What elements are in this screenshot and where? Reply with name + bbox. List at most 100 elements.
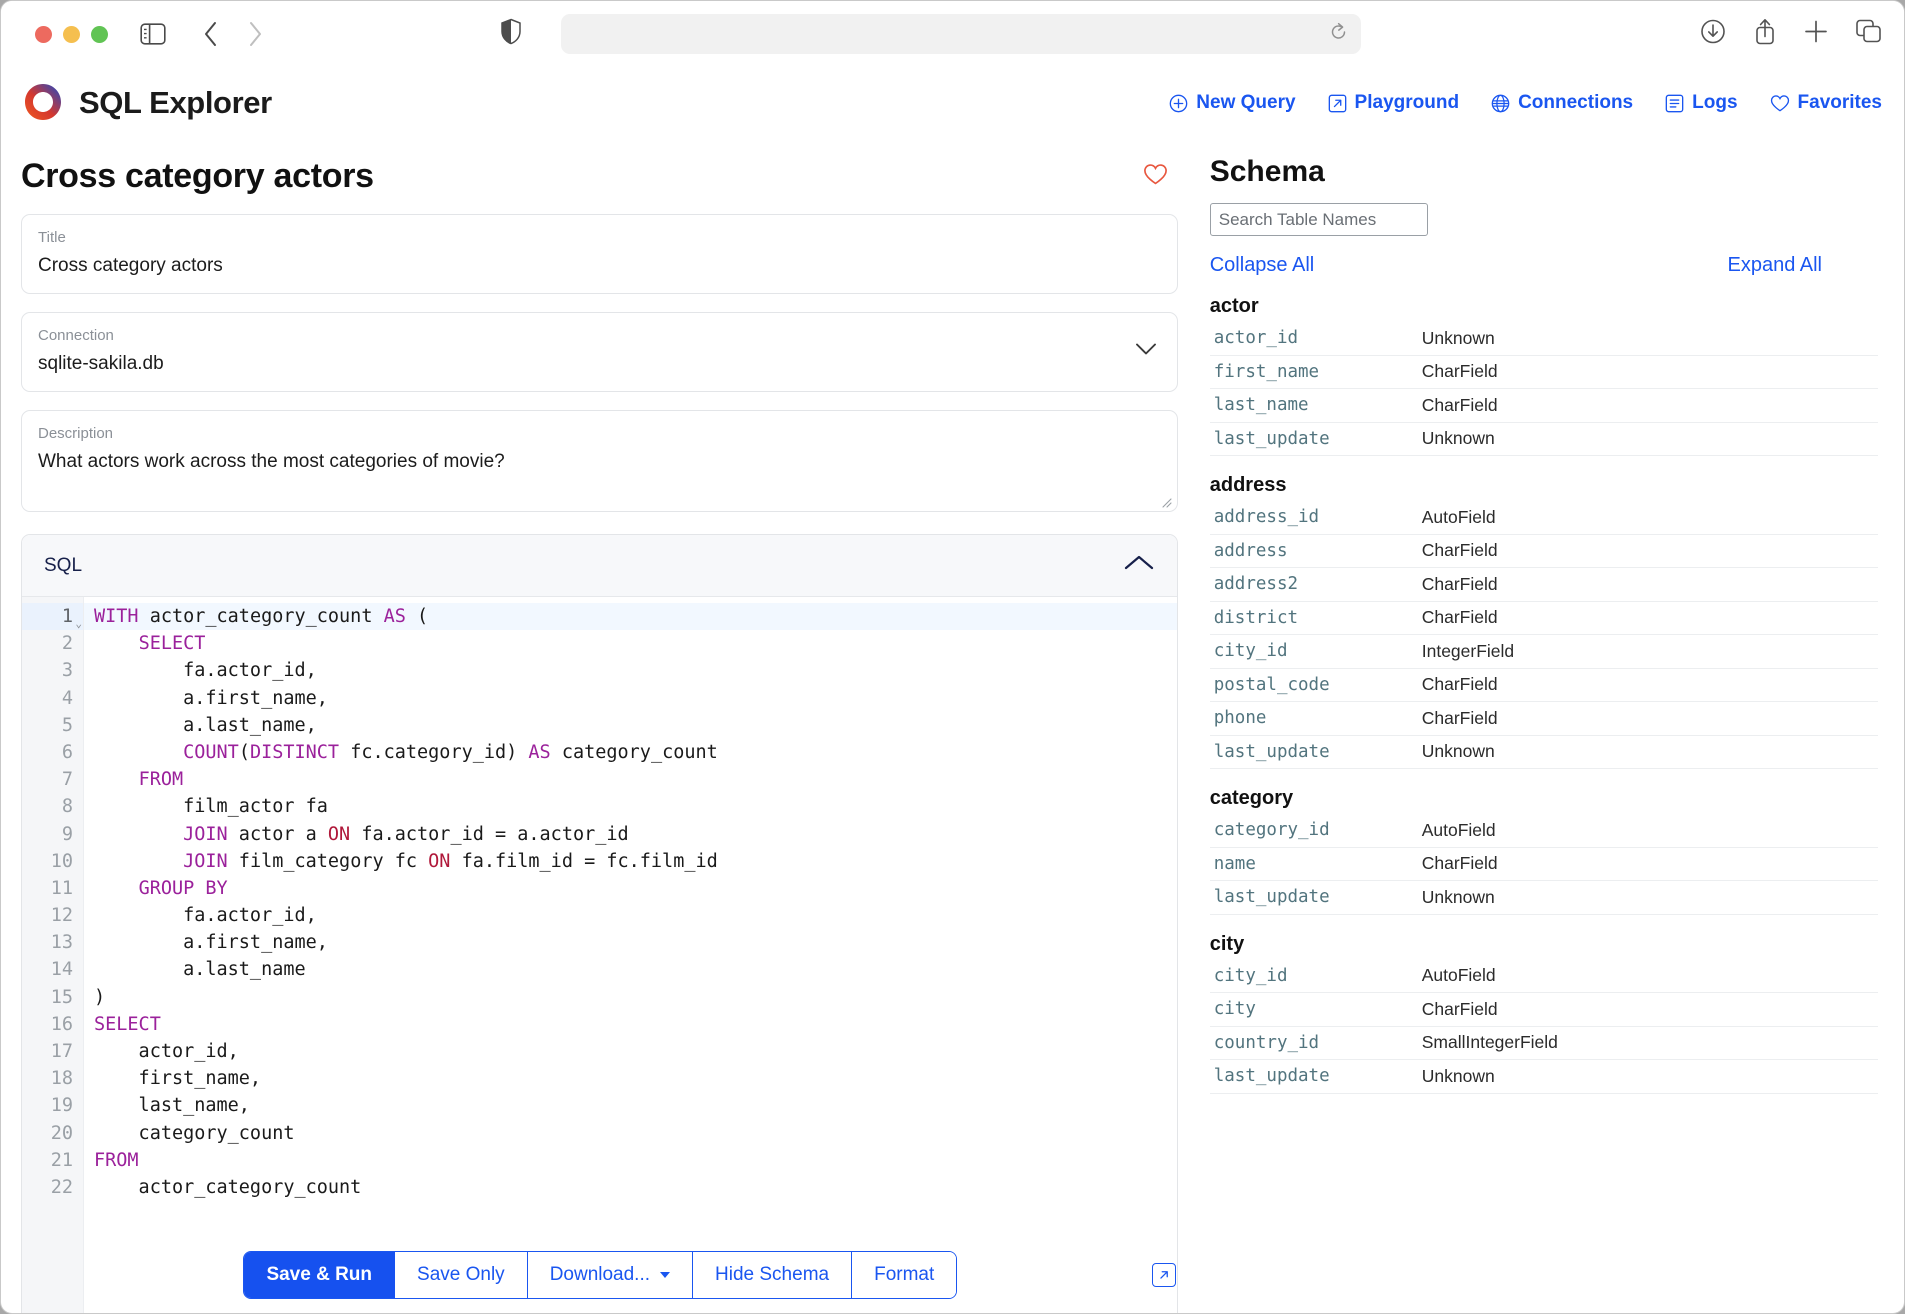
schema-column-name: address2 [1213,574,1299,595]
schema-column-row: postal_code CharField [1209,669,1878,702]
maximize-window-button[interactable] [91,25,108,43]
code-line: a.first_name, [94,687,328,709]
sql-panel-header[interactable]: SQL [22,535,1177,597]
schema-column-type: IntegerField [1421,640,1515,661]
schema-column-type: Unknown [1421,428,1495,449]
schema-column-name: district [1213,607,1299,628]
schema-column-name: postal_code [1213,674,1330,695]
save-run-button[interactable]: Save & Run [244,1252,396,1298]
app-brand[interactable]: SQL Explorer [21,81,272,125]
schema-column-row: address2 CharField [1209,568,1878,602]
line-number: 13 [50,932,73,954]
schema-column-row: address CharField [1209,535,1878,568]
schema-table-name[interactable]: city [1210,933,1878,956]
schema-table-name[interactable]: actor [1210,295,1878,318]
connection-field-value: sqlite-sakila.db [38,353,164,374]
minimize-window-button[interactable] [63,25,80,43]
sql-code-text[interactable]: WITH actor_category_count AS ( SELECT fa… [84,597,1177,1313]
nav-playground[interactable]: Playground [1328,92,1459,114]
connection-field-card[interactable]: Connection sqlite-sakila.db [21,312,1178,392]
code-line: FROM [138,769,184,791]
schema-column-row: last_update Unknown [1209,881,1878,915]
address-bar[interactable] [561,14,1361,54]
back-chevron-icon[interactable] [192,15,230,53]
schema-column-row: last_update Unknown [1209,423,1878,456]
code-line: COUNT(DISTINCT fc.category_id) AS catego… [183,741,718,763]
line-number: 14 [50,959,73,981]
description-field-card[interactable]: Description What actors work across the … [21,410,1178,512]
plus-icon[interactable] [1804,20,1828,49]
schema-table-group: category category_id AutoField name CharFiel… [1209,787,1878,915]
collapse-all-link[interactable]: Collapse All [1210,254,1315,277]
code-line: fa.actor_id, [94,660,317,682]
schema-table-name[interactable]: category [1210,787,1878,810]
schema-column-row: address_id AutoField [1209,501,1878,535]
schema-column-type: CharField [1421,674,1498,695]
app-title: SQL Explorer [79,85,272,120]
reload-icon[interactable] [1330,22,1347,46]
nav-favorites[interactable]: Favorites [1770,92,1882,114]
tab-overview-icon[interactable] [1856,19,1882,49]
title-field-value: Cross category actors [38,255,223,276]
expand-all-link[interactable]: Expand All [1727,254,1822,277]
chevron-down-icon[interactable] [1135,343,1157,362]
schema-column-type: CharField [1421,607,1498,628]
schema-column-name: first_name [1213,361,1320,382]
external-link-box-icon [1328,94,1347,113]
schema-search-input[interactable] [1209,203,1428,236]
nav-logs[interactable]: Logs [1665,92,1738,114]
external-link-icon[interactable] [1151,1263,1176,1287]
close-window-button[interactable] [35,25,52,43]
line-number-gutter: 1 ⌄ 2 3 4 5 6 7 8 9 10 11 12 13 14 15 16 17 18 19 20 21 22 [22,597,84,1313]
schema-column-type: CharField [1421,707,1498,728]
schema-column-type: CharField [1421,998,1498,1019]
line-number: 7 [61,769,73,791]
code-line: actor_category_count [94,1176,362,1198]
description-field-label: Description [38,425,114,442]
code-line: JOIN film_category fc ON fa.film_id = fc… [183,850,718,872]
schema-column-name: city_id [1213,965,1288,986]
favorite-toggle-icon[interactable] [1143,163,1168,191]
list-box-icon [1665,94,1684,113]
code-line: WITH actor_category_count AS ( [84,603,1177,631]
schema-table-list: actor actor_id Unknown first_name CharField l… [1209,295,1878,1094]
schema-column-type: CharField [1421,853,1498,874]
schema-column-row: last_name CharField [1209,389,1878,423]
chevron-up-icon[interactable] [1123,554,1155,577]
schema-column-name: name [1213,853,1256,874]
schema-column-name: address_id [1213,507,1320,528]
schema-table-name[interactable]: address [1210,474,1878,497]
code-line: last_name, [94,1095,250,1117]
forward-chevron-icon[interactable] [236,15,274,53]
schema-column-row: name CharField [1209,848,1878,881]
hide-schema-button[interactable]: Hide Schema [693,1252,853,1298]
title-field-card[interactable]: Title Cross category actors [21,214,1178,294]
schema-column-name: last_update [1213,1066,1330,1087]
line-number: 6 [61,741,73,763]
download-icon[interactable] [1700,19,1726,50]
schema-column-row: city CharField [1209,993,1878,1027]
shield-icon[interactable] [501,18,521,50]
sidebar-icon[interactable] [134,15,172,53]
nav-connections[interactable]: Connections [1491,92,1633,114]
sql-code-area[interactable]: 1 ⌄ 2 3 4 5 6 7 8 9 10 11 12 13 14 15 16 17 18 19 20 21 22 WIT… [22,597,1177,1313]
line-number: 12 [50,905,73,927]
code-line: SELECT [94,1013,161,1035]
schema-column-name: address [1213,540,1288,561]
format-button[interactable]: Format [852,1252,957,1298]
schema-panel: Schema Collapse All Expand All actor acto… [1200,139,1904,1313]
line-number: 20 [50,1122,73,1144]
app-header: SQL Explorer New Query Playground Connec… [1,67,1904,139]
line-number: 19 [50,1095,73,1117]
line-number: 15 [50,986,73,1008]
schema-table-group: actor actor_id Unknown first_name CharField l… [1209,295,1878,456]
schema-column-row: last_update Unknown [1209,1060,1878,1094]
line-number: 2 [61,633,73,655]
save-only-button[interactable]: Save Only [395,1252,528,1298]
resize-grip-icon[interactable] [1160,495,1172,508]
schema-column-name: country_id [1213,1032,1320,1053]
nav-new-query[interactable]: New Query [1169,92,1296,114]
download-button[interactable]: Download... [527,1252,694,1298]
schema-column-type: CharField [1421,540,1498,561]
share-icon[interactable] [1754,18,1776,51]
